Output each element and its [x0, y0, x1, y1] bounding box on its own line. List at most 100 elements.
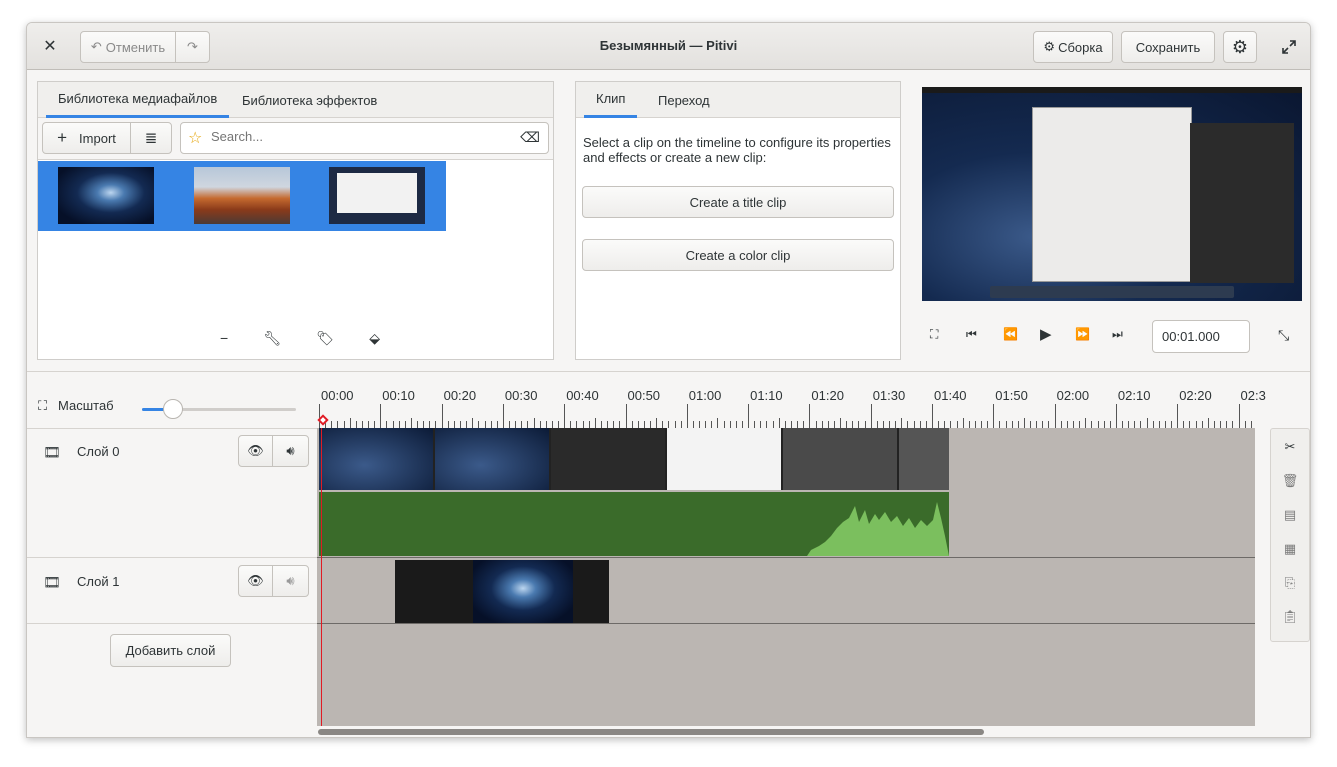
ruler-tick: [343, 421, 345, 428]
media-thumbnail-desktop-screenshot[interactable]: [329, 167, 425, 224]
ruler-label: 00:50: [627, 388, 661, 403]
ruler-tick: [361, 421, 363, 428]
playhead[interactable]: [321, 428, 322, 726]
ungroup-button[interactable]: ▤: [1274, 500, 1306, 530]
ruler-tick: [441, 404, 443, 428]
speaker-icon: 🔊︎: [286, 443, 295, 458]
zoom-fit-icon[interactable]: ⛶: [38, 398, 47, 414]
group-button[interactable]: ▦: [1274, 534, 1306, 564]
render-button[interactable]: ⚙ Сборка: [1033, 31, 1113, 63]
ruler-tick: [944, 421, 946, 428]
ruler-tick: [901, 418, 903, 428]
undock-viewer-icon[interactable]: ⤡: [1278, 327, 1289, 344]
media-thumbnails-row: [38, 161, 446, 231]
save-button[interactable]: Сохранить: [1121, 31, 1215, 63]
ruler-tick: [968, 421, 970, 428]
media-thumbnail-galaxy[interactable]: [58, 167, 154, 224]
trash-icon: 🗑︎: [1281, 473, 1299, 488]
tab-effects-library[interactable]: Библиотека эффектов: [230, 82, 389, 118]
ruler-tick: [711, 421, 713, 428]
ruler-label: 01:50: [995, 388, 1028, 403]
ruler-tick: [699, 421, 701, 428]
import-button[interactable]: + Import: [42, 122, 131, 154]
skip-end-icon[interactable]: ⏭: [1112, 327, 1123, 342]
zoom-label: Масштаб: [58, 398, 114, 413]
video-viewer[interactable]: [922, 87, 1302, 301]
layer-0-audio-button[interactable]: 🔊︎: [272, 435, 309, 467]
media-thumbnail-mountains[interactable]: [194, 167, 290, 224]
ruler-tick: [453, 421, 455, 428]
ruler-label: 01:10: [750, 388, 783, 403]
layer-0-header: 🎞︎ Слой 0 👁︎ 🔊︎: [27, 428, 317, 558]
ruler-tick: [882, 421, 884, 428]
split-clip-button[interactable]: ✂: [1274, 432, 1306, 462]
ruler-tick: [1207, 418, 1209, 428]
ruler-tick: [1128, 421, 1130, 428]
scissors-icon: ✂: [1284, 439, 1296, 454]
ruler-tick: [895, 421, 897, 428]
clip-frame: [473, 560, 573, 623]
screenshot-window: [337, 173, 417, 213]
tab-transition[interactable]: Переход: [646, 82, 722, 118]
search-field[interactable]: ☆ ⌫: [180, 122, 549, 154]
ruler-tick: [490, 421, 492, 428]
tab-clip[interactable]: Клип: [584, 82, 638, 118]
create-title-clip-button[interactable]: Create a title clip: [582, 186, 894, 218]
zoom-slider-handle[interactable]: [162, 399, 183, 419]
ruler-label: 01:20: [811, 388, 844, 403]
layer-1-audio-button[interactable]: 🔊︎: [272, 565, 309, 597]
ruler-tick: [435, 421, 437, 428]
layer-1-header: 🎞︎ Слой 1 👁︎ 🔊︎: [27, 558, 317, 624]
ruler-tick: [956, 421, 958, 428]
layer-0-visibility-button[interactable]: 👁︎: [238, 435, 273, 467]
view-mode-button[interactable]: ≣: [130, 122, 172, 154]
ruler-tick: [1085, 418, 1087, 428]
timeline-scrollbar[interactable]: [318, 729, 984, 735]
wrench-icon[interactable]: 🔧︎: [263, 330, 281, 347]
ruler-label: 02:20: [1179, 388, 1212, 403]
skip-start-icon[interactable]: ⏮: [966, 327, 977, 342]
paste-button[interactable]: 📋︎: [1274, 602, 1306, 632]
ruler-tick: [509, 421, 511, 428]
tag-icon[interactable]: 🏷︎: [316, 330, 334, 347]
add-layer-button[interactable]: Добавить слой: [110, 634, 231, 667]
create-color-clip-button[interactable]: Create a color clip: [582, 239, 894, 271]
layer-0-audio-clip[interactable]: [319, 492, 949, 556]
ruler-tick: [1042, 421, 1044, 428]
timeline-tracks[interactable]: [317, 428, 1255, 726]
ruler-tick: [521, 421, 523, 428]
layer-0-video-clip[interactable]: [319, 428, 949, 490]
safe-areas-icon[interactable]: ⛶: [930, 327, 938, 342]
copy-button[interactable]: ⎘: [1274, 568, 1306, 598]
ruler-tick: [833, 421, 835, 428]
layer-separator: [317, 623, 1255, 624]
timecode-field[interactable]: 00:01.000: [1152, 320, 1250, 353]
ruler-tick: [686, 404, 688, 428]
fullscreen-icon: [1282, 40, 1296, 54]
gear-icon: ⚙: [1231, 36, 1249, 57]
timeline-ruler[interactable]: 00:00 00:10 00:20 00:30 00:40 00:50 01:00 01:10…: [317, 380, 1266, 428]
delete-clip-button[interactable]: 🗑︎: [1274, 466, 1306, 496]
tab-media-library[interactable]: Библиотека медиафайлов: [46, 82, 230, 118]
insert-icon[interactable]: ⬙: [369, 330, 380, 347]
layer-0-name: Слой 0: [77, 444, 120, 459]
ruler-tick: [760, 421, 762, 428]
layer-1-visibility-button[interactable]: 👁︎: [238, 565, 273, 597]
ruler-tick: [558, 421, 560, 428]
ruler-tick: [410, 418, 412, 428]
layer-1-video-clip[interactable]: [395, 560, 609, 623]
fullscreen-button[interactable]: [1277, 35, 1301, 59]
clear-search-icon[interactable]: ⌫: [520, 129, 540, 146]
ruler-tick: [1146, 418, 1148, 428]
menu-button[interactable]: ⚙: [1223, 31, 1257, 63]
zoom-slider[interactable]: [142, 399, 296, 419]
eye-icon: 👁︎: [247, 443, 264, 458]
ruler-tick: [766, 421, 768, 428]
ruler-tick: [1091, 421, 1093, 428]
ruler-tick: [484, 421, 486, 428]
search-input[interactable]: [211, 129, 511, 144]
remove-icon[interactable]: −: [220, 330, 228, 346]
play-icon[interactable]: ▶: [1040, 325, 1052, 343]
rewind-icon[interactable]: ⏪: [1003, 327, 1018, 341]
forward-icon[interactable]: ⏩: [1075, 327, 1090, 341]
